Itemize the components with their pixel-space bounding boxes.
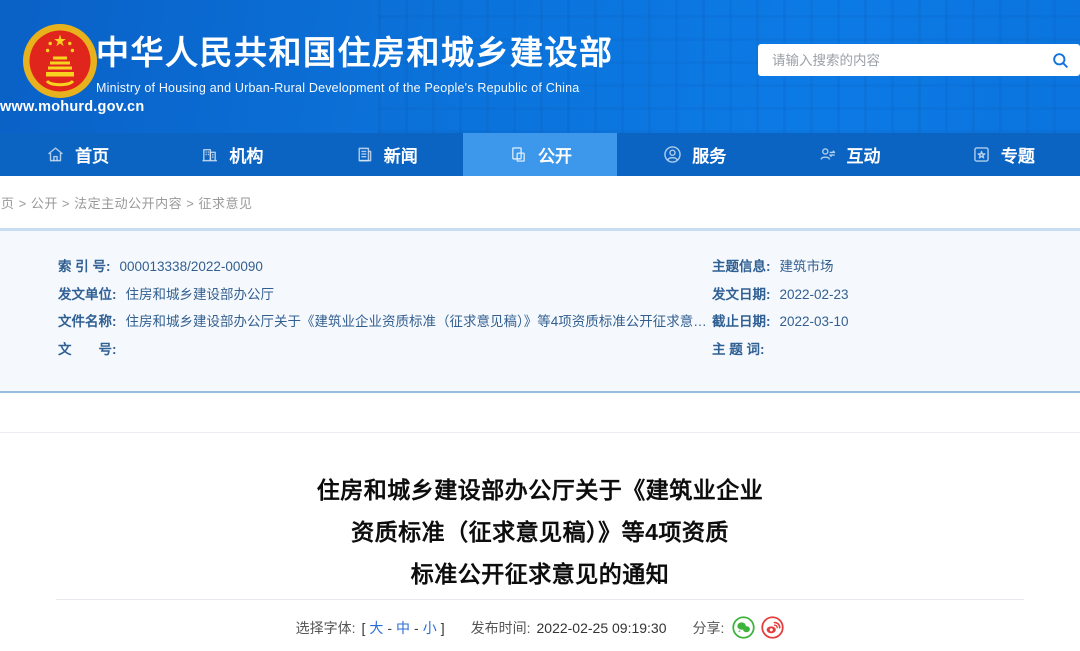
share-group: 分享: bbox=[693, 616, 785, 639]
search-button[interactable] bbox=[1040, 44, 1080, 76]
meta-row-deadline-date: 截止日期: 2022-03-10 bbox=[712, 308, 1080, 336]
breadcrumb-bar: 页 > 公开 > 法定主动公开内容 > 征求意见 bbox=[0, 176, 1080, 228]
nav-label: 新闻 bbox=[383, 147, 418, 166]
publish-time: 发布时间: 2022-02-25 09:19:30 bbox=[471, 618, 667, 638]
disclosure-icon bbox=[512, 147, 525, 162]
article-title: 住房和城乡建设部办公厅关于《建筑业企业 资质标准（征求意见稿）》等4项资质 标准… bbox=[0, 469, 1080, 595]
meta-label: 文 号: bbox=[58, 341, 117, 357]
article-title-line: 住房和城乡建设部办公厅关于《建筑业企业 bbox=[316, 477, 764, 503]
site-header: www.mohurd.gov.cn 中华人民共和国住房和城乡建设部 Minist… bbox=[0, 0, 1080, 133]
meta-column-left: 索 引 号: 000013338/2022-00090 发文单位: 住房和城乡建… bbox=[0, 253, 712, 363]
document-meta-panel: 索 引 号: 000013338/2022-00090 发文单位: 住房和城乡建… bbox=[0, 228, 1080, 393]
nav-item-interaction[interactable]: 互动 bbox=[771, 133, 925, 176]
meta-value: 住房和城乡建设部办公厅 bbox=[125, 286, 275, 302]
news-icon bbox=[358, 147, 372, 162]
article: 住房和城乡建设部办公厅关于《建筑业企业 资质标准（征求意见稿）》等4项资质 标准… bbox=[0, 469, 1080, 639]
publish-time-label: 发布时间: bbox=[470, 619, 531, 636]
topics-icon bbox=[974, 147, 989, 162]
meta-row-issue-date: 发文日期: 2022-02-23 bbox=[712, 281, 1080, 309]
nav-item-organization[interactable]: 机构 bbox=[154, 133, 308, 176]
nav-item-home[interactable]: 首页 bbox=[0, 133, 154, 176]
font-small-link[interactable]: 小 bbox=[423, 618, 437, 638]
search-box bbox=[758, 44, 1080, 76]
organization-icon bbox=[202, 148, 218, 162]
meta-value: 住房和城乡建设部办公厅关于《建筑业企业资质标准（征求意见稿）》等4项资质标准公开… bbox=[125, 314, 713, 329]
meta-value: 2022-02-23 bbox=[779, 286, 849, 302]
meta-row-document-name: 文件名称: 住房和城乡建设部办公厅关于《建筑业企业资质标准（征求意见稿）》等4项… bbox=[58, 308, 712, 336]
weibo-share-icon[interactable] bbox=[761, 616, 785, 639]
article-title-line: 资质标准（征求意见稿）》等4项资质 bbox=[351, 519, 729, 545]
wechat-share-icon[interactable] bbox=[732, 616, 756, 639]
meta-value: 000013338/2022-00090 bbox=[119, 259, 263, 274]
nav-item-disclosure[interactable]: 公开 bbox=[462, 133, 618, 176]
nav-label: 公开 bbox=[537, 147, 572, 166]
bracket-open: [ bbox=[361, 619, 366, 636]
meta-row-document-number: 文 号: bbox=[58, 336, 712, 364]
nav-item-services[interactable]: 服务 bbox=[617, 133, 771, 176]
site-title-cn: 中华人民共和国住房和城乡建设部 bbox=[96, 34, 614, 71]
nav-item-news[interactable]: 新闻 bbox=[309, 133, 463, 176]
national-emblem-icon bbox=[23, 24, 97, 98]
meta-row-topic-info: 主题信息: 建筑市场 bbox=[712, 253, 1080, 281]
home-icon bbox=[48, 147, 64, 162]
meta-label: 文件名称: bbox=[58, 314, 117, 329]
article-title-line: 标准公开征求意见的通知 bbox=[410, 561, 670, 587]
breadcrumb[interactable]: 页 > 公开 > 法定主动公开内容 > 征求意见 bbox=[1, 193, 252, 212]
meta-label: 主题信息: bbox=[712, 259, 771, 274]
section-divider bbox=[0, 393, 1080, 433]
site-title-en: Ministry of Housing and Urban-Rural Deve… bbox=[96, 80, 580, 95]
font-medium-link[interactable]: 中 bbox=[396, 618, 410, 638]
meta-row-issuing-unit: 发文单位: 住房和城乡建设部办公厅 bbox=[58, 281, 712, 309]
meta-label: 索 引 号: bbox=[58, 259, 111, 274]
interaction-icon bbox=[819, 148, 835, 160]
nav-label: 互动 bbox=[846, 147, 881, 166]
services-icon bbox=[664, 146, 681, 163]
toolbar-divider bbox=[56, 599, 1024, 600]
meta-value: 2022-03-10 bbox=[779, 314, 849, 329]
dash: - bbox=[387, 619, 393, 636]
meta-row-index-number: 索 引 号: 000013338/2022-00090 bbox=[58, 253, 712, 281]
meta-label: 主 题 词: bbox=[712, 341, 765, 357]
meta-label: 发文单位: bbox=[58, 286, 117, 302]
meta-label: 截止日期: bbox=[712, 314, 771, 329]
main-nav: 首页 机构 新闻 公开 服务 互动 专题 bbox=[0, 133, 1080, 176]
nav-item-topics[interactable]: 专题 bbox=[926, 133, 1080, 176]
site-logo[interactable]: 中华人民共和国住房和城乡建设部 Ministry of Housing and … bbox=[96, 33, 614, 95]
nav-label: 专题 bbox=[1000, 147, 1035, 166]
search-input[interactable] bbox=[758, 44, 1040, 76]
font-size-label: 选择字体: bbox=[295, 619, 356, 636]
nav-label: 首页 bbox=[75, 147, 110, 166]
page: www.mohurd.gov.cn 中华人民共和国住房和城乡建设部 Minist… bbox=[0, 0, 1080, 651]
bracket-close: ] bbox=[440, 619, 445, 636]
site-url: www.mohurd.gov.cn bbox=[0, 99, 145, 115]
nav-label: 机构 bbox=[229, 147, 264, 166]
dash: - bbox=[414, 619, 419, 636]
meta-label: 发文日期: bbox=[712, 286, 771, 302]
meta-value: 建筑市场 bbox=[779, 259, 834, 274]
search-icon bbox=[1052, 52, 1068, 68]
font-large-link[interactable]: 大 bbox=[369, 618, 383, 638]
meta-row-keywords: 主 题 词: bbox=[712, 336, 1080, 364]
share-icons bbox=[732, 616, 785, 639]
meta-column-right: 主题信息: 建筑市场 发文日期: 2022-02-23 截止日期: 2022-0… bbox=[712, 253, 1080, 363]
article-toolbar: 选择字体: [ 大 - 中 - 小 ] 发布时间: 2022-02-25 09:… bbox=[0, 616, 1080, 639]
nav-label: 服务 bbox=[692, 147, 727, 166]
publish-time-value: 2022-02-25 09:19:30 bbox=[536, 619, 667, 636]
font-size-selector: 选择字体: [ 大 - 中 - 小 ] bbox=[296, 618, 445, 638]
share-label: 分享: bbox=[692, 619, 725, 636]
